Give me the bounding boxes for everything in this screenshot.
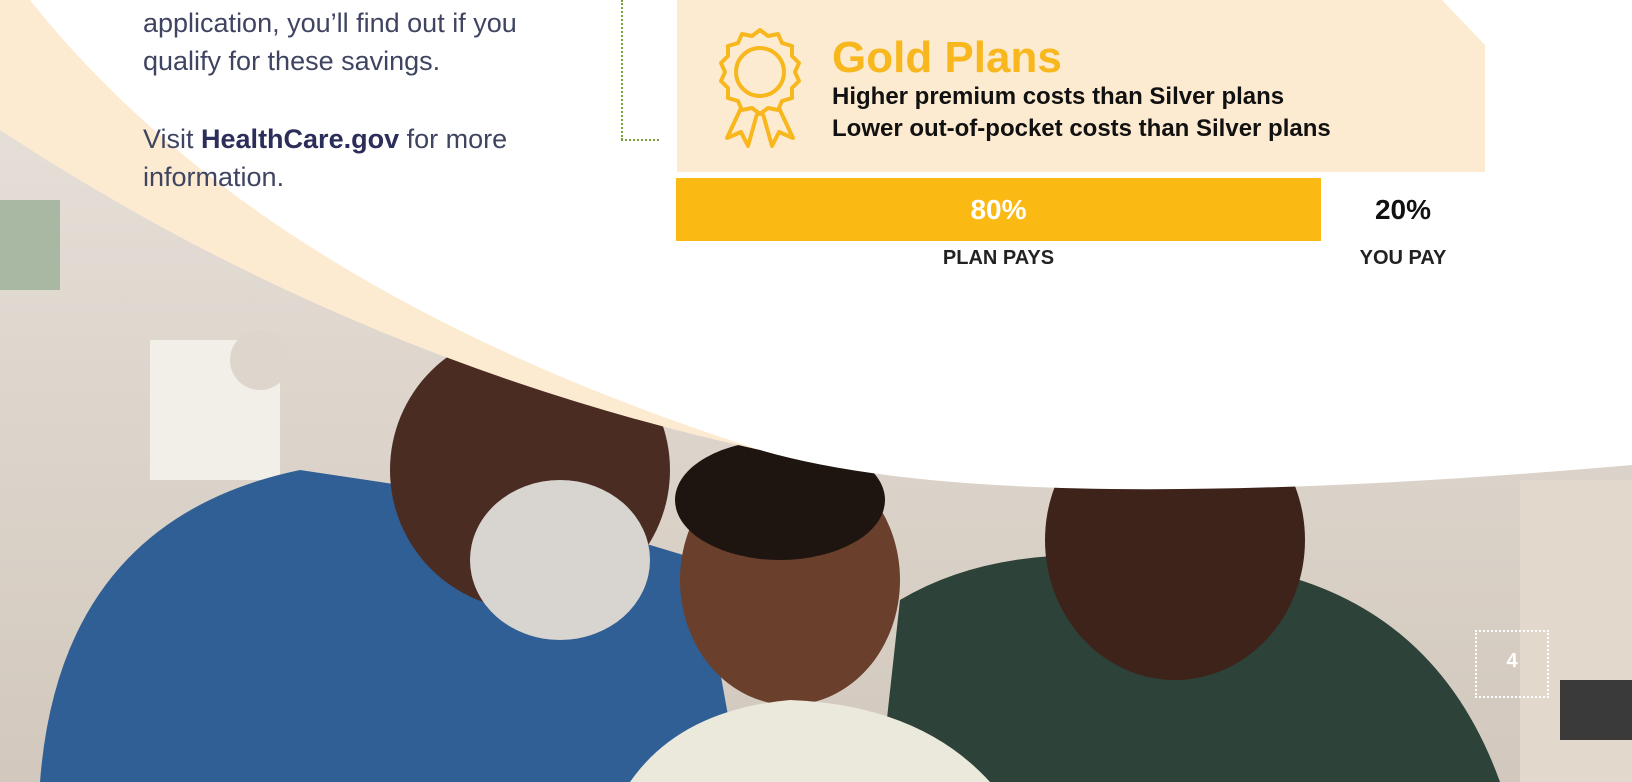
visit-line-2: information.: [143, 162, 285, 192]
intro-line-1: application, you’ll find out if you: [143, 8, 517, 38]
plan-pays-label: PLAN PAYS: [942, 247, 1055, 269]
you-pay-percent: 20%: [1374, 193, 1432, 225]
page-number: 4: [1506, 650, 1518, 672]
intro-text: application, you’ll find out if you qual…: [143, 0, 563, 196]
gold-plans-title: Gold Plans: [832, 33, 1062, 82]
intro-paragraph: application, you’ll find out if you qual…: [143, 4, 563, 80]
dotted-connector-horizontal: [621, 139, 659, 141]
intro-line-2: qualify for these savings.: [143, 46, 441, 76]
gold-plans-premium-note: Higher premium costs than Silver plans: [832, 83, 1285, 110]
visit-prefix: Visit: [143, 124, 202, 154]
gold-plans-oop-note: Lower out-of-pocket costs than Silver pl…: [832, 115, 1331, 142]
plan-pays-percent: 80%: [970, 193, 1027, 225]
visit-suffix: for more: [399, 124, 508, 154]
healthcare-gov-link[interactable]: HealthCare.gov: [201, 124, 399, 154]
you-pay-label: YOU PAY: [1359, 247, 1447, 269]
visit-paragraph: Visit HealthCare.gov for more informatio…: [143, 120, 563, 196]
ribbon-award-icon: [719, 28, 801, 148]
dotted-connector-vertical: [621, 0, 623, 140]
